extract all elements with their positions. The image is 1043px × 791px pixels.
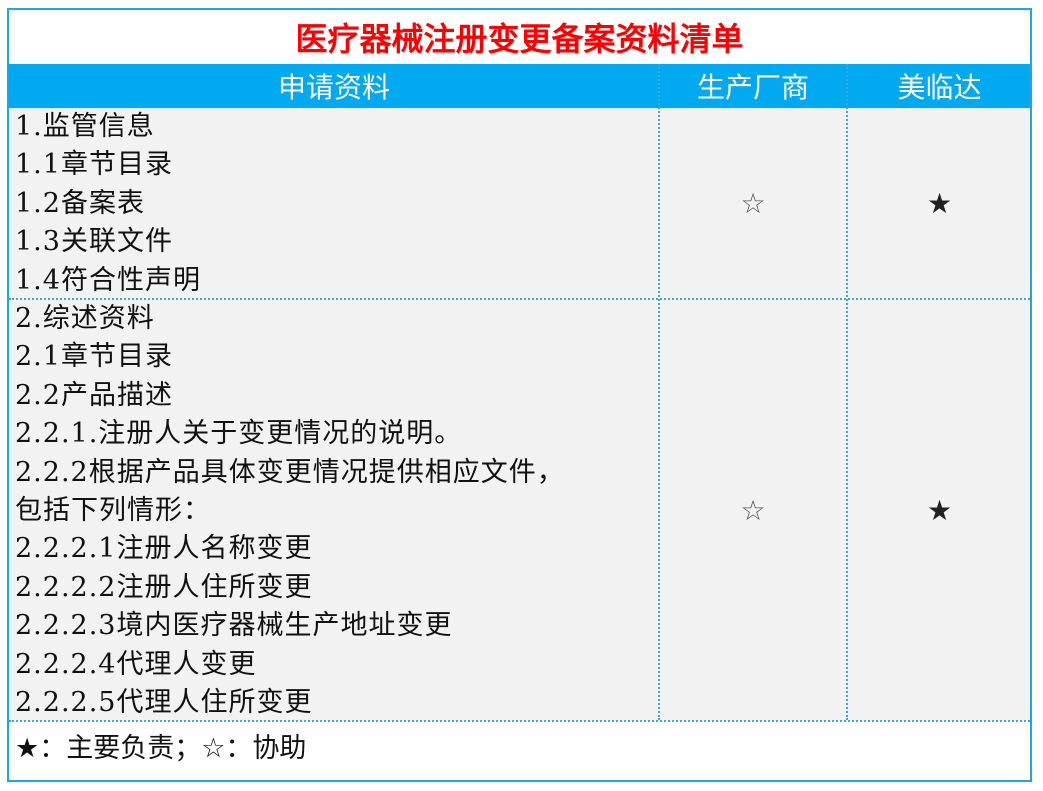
checklist-table: 医疗器械注册变更备案资料清单 申请资料 生产厂商 美临达 1.监管信息 1.1章… <box>7 8 1032 782</box>
table-header: 申请资料 生产厂商 美临达 <box>9 64 1030 108</box>
meilinda-responsible-star-icon: ★ <box>926 186 953 220</box>
legend-note: ★：主要负责；☆：协助 <box>15 732 307 764</box>
list-item: 1.4符合性声明 <box>15 264 201 296</box>
list-item: 2.2.1.注册人关于变更情况的说明。 <box>15 418 463 450</box>
list-item: 2.2.2.5代理人住所变更 <box>15 686 313 718</box>
column-divider <box>658 64 660 720</box>
column-divider <box>846 64 848 720</box>
table-row: 2.综述资料 2.1章节目录 2.2产品描述 2.2.1.注册人关于变更情况的说… <box>9 300 1030 720</box>
list-item: 2.2.2.1注册人名称变更 <box>15 533 313 565</box>
list-item: 1.1章节目录 <box>15 149 173 181</box>
manufacturer-assist-star-icon: ☆ <box>740 493 766 527</box>
row-divider <box>9 298 1030 300</box>
list-item: 1.监管信息 <box>15 111 155 142</box>
list-item: 包括下列情形： <box>15 494 211 526</box>
row-divider <box>9 720 1030 722</box>
list-item: 2.2产品描述 <box>15 379 173 411</box>
list-item: 1.2备案表 <box>15 187 145 219</box>
list-item: 1.3关联文件 <box>15 226 173 258</box>
list-item: 2.2.2.2注册人住所变更 <box>15 571 313 603</box>
table-row: 1.监管信息 1.1章节目录 1.2备案表 1.3关联文件 1.4符合性声明 ☆… <box>9 108 1030 298</box>
header-manufacturer: 生产厂商 <box>696 71 809 104</box>
meilinda-responsible-star-icon: ★ <box>926 493 953 527</box>
list-item: 2.2.2根据产品具体变更情况提供相应文件， <box>15 456 565 488</box>
list-item: 2.综述资料 <box>15 303 155 334</box>
list-item: 2.1章节目录 <box>15 341 173 373</box>
list-item: 2.2.2.3境内医疗器械生产地址变更 <box>15 610 453 642</box>
header-application-materials: 申请资料 <box>277 71 390 104</box>
header-meilinda: 美临达 <box>897 71 982 104</box>
list-item: 2.2.2.4代理人变更 <box>15 648 257 680</box>
manufacturer-assist-star-icon: ☆ <box>740 186 766 220</box>
materials-list: 1.监管信息 1.1章节目录 1.2备案表 1.3关联文件 1.4符合性声明 <box>15 108 655 300</box>
materials-list: 2.综述资料 2.1章节目录 2.2产品描述 2.2.1.注册人关于变更情况的说… <box>15 300 655 722</box>
page-title: 医疗器械注册变更备案资料清单 <box>295 20 744 58</box>
